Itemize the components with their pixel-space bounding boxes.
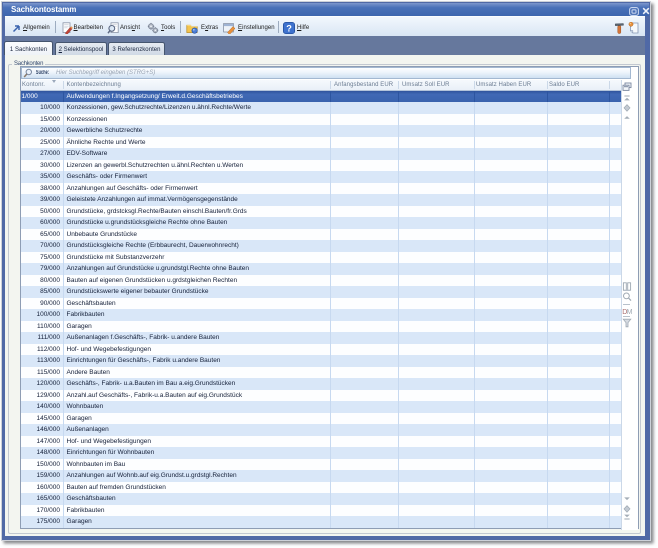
svg-text:?: ? [286,23,292,33]
svg-text:M: M [626,309,631,316]
